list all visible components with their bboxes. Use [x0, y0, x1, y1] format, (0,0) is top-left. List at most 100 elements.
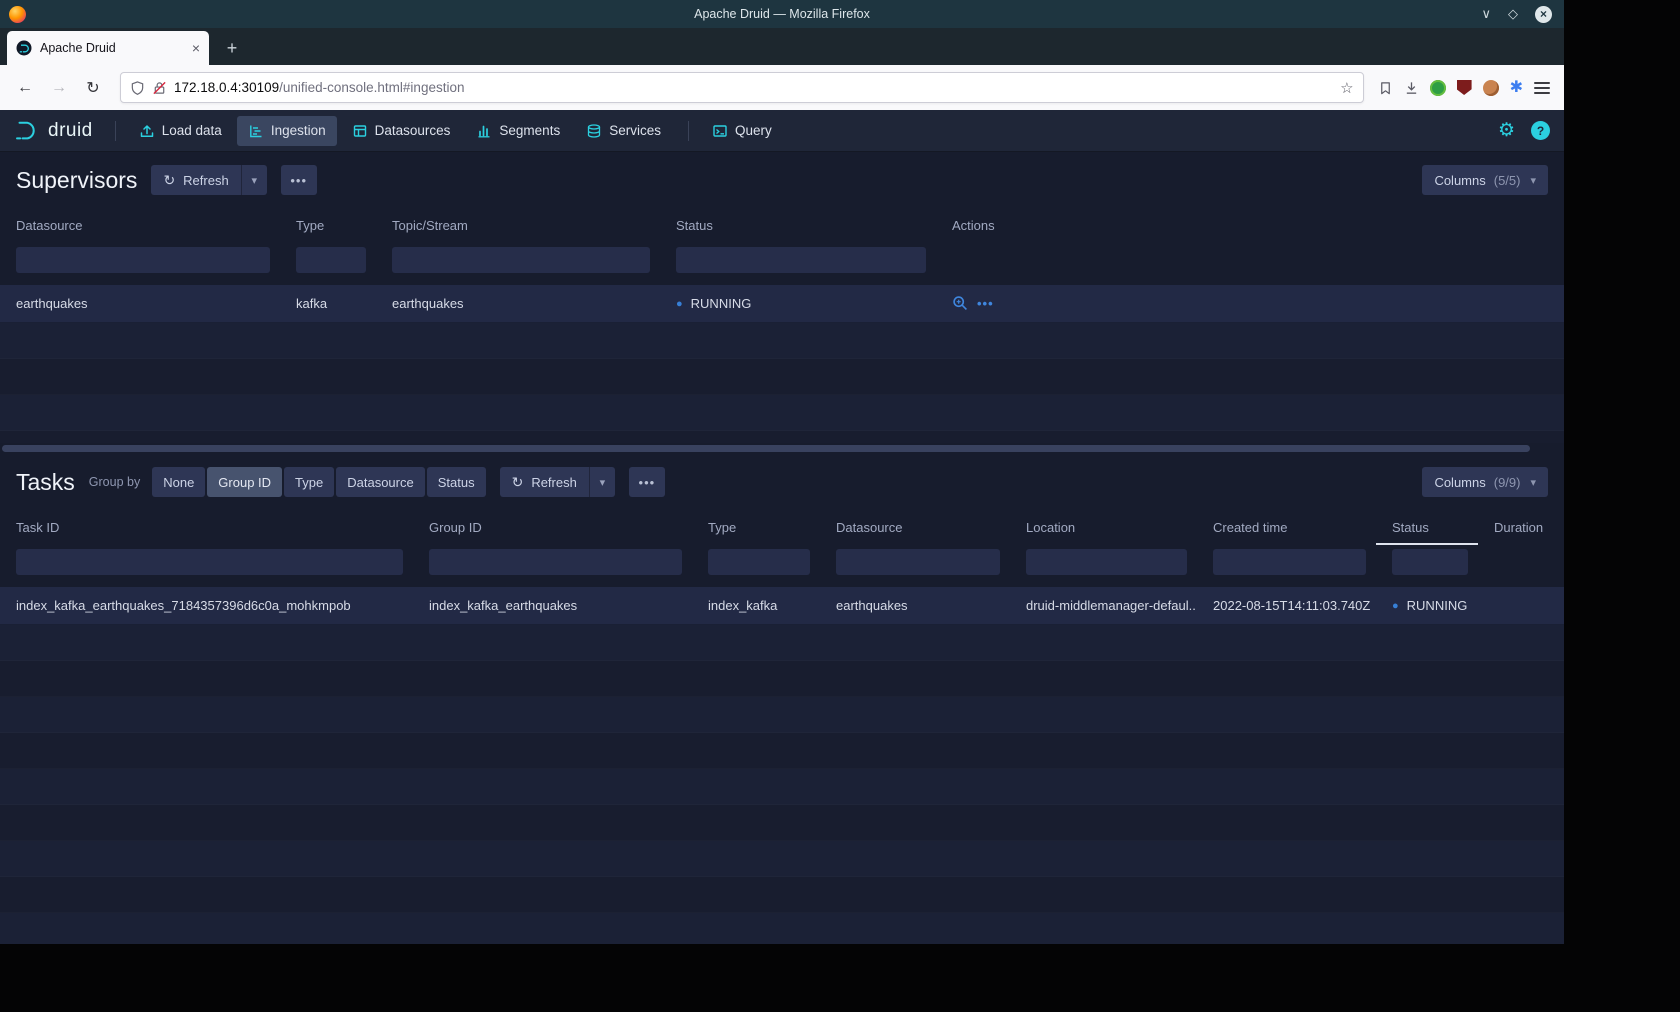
- browser-tab[interactable]: Apache Druid ×: [7, 31, 209, 65]
- tasks-more-button[interactable]: •••: [629, 467, 665, 497]
- columns-count: (5/5): [1494, 173, 1521, 188]
- tab-close-icon[interactable]: ×: [192, 40, 200, 56]
- task-row[interactable]: index_kafka_earthquakes_7184357396d6c0a_…: [0, 587, 1564, 625]
- filter-topic-stream-input[interactable]: [392, 247, 650, 273]
- bookmark-star-icon[interactable]: ☆: [1340, 79, 1353, 97]
- filter-created-time-input[interactable]: [1213, 549, 1366, 575]
- column-header-status-sorted[interactable]: Status: [1376, 509, 1478, 545]
- empty-row: [0, 359, 1564, 395]
- horizontal-scrollbar[interactable]: [2, 445, 1530, 452]
- magnify-detail-icon[interactable]: [952, 295, 969, 312]
- refresh-icon: ↻: [163, 172, 175, 189]
- nav-label: Datasources: [375, 123, 451, 138]
- nav-services[interactable]: Services: [575, 116, 672, 146]
- filter-status-input[interactable]: [1392, 549, 1468, 575]
- supervisor-row[interactable]: earthquakes kafka earthquakes ● RUNNING: [0, 285, 1564, 323]
- window-maximize-button[interactable]: ◇: [1508, 6, 1518, 22]
- nav-label: Services: [609, 123, 661, 138]
- nav-label: Load data: [162, 123, 222, 138]
- filter-task-id-input[interactable]: [16, 549, 403, 575]
- column-header-group-id[interactable]: Group ID: [413, 509, 692, 545]
- group-by-none-button[interactable]: None: [152, 467, 205, 497]
- supervisors-bar: Supervisors ↻ Refresh ▾ ••• Columns (5/5…: [0, 152, 1564, 207]
- segments-icon: [476, 123, 492, 139]
- tasks-bar: Tasks Group by None Group ID Type Dataso…: [0, 455, 1564, 509]
- cell-actions: •••: [936, 295, 1564, 312]
- nav-load-data[interactable]: Load data: [128, 116, 233, 146]
- url-text: 172.18.0.4:30109/unified-console.html#in…: [174, 80, 1333, 95]
- back-button[interactable]: ←: [10, 73, 40, 103]
- druid-logo-text: druid: [48, 120, 93, 142]
- group-by-type-button[interactable]: Type: [284, 467, 334, 497]
- filter-datasource-input[interactable]: [16, 247, 270, 273]
- new-tab-button[interactable]: +: [217, 33, 247, 63]
- column-header-topic-stream[interactable]: Topic/Stream: [376, 207, 660, 243]
- downloads-icon[interactable]: [1404, 80, 1419, 96]
- empty-row: [0, 661, 1564, 697]
- supervisors-more-button[interactable]: •••: [281, 165, 317, 195]
- cell-location: druid-middlemanager-defaul...: [1010, 598, 1197, 613]
- extension-avatar-icon[interactable]: [1483, 80, 1499, 96]
- url-host: 172.18.0.4:30109: [174, 80, 279, 95]
- tasks-refresh-group: ↻ Refresh ▾: [500, 467, 615, 497]
- tasks-table-header: Task ID Group ID Type Datasource Locatio…: [0, 509, 1564, 545]
- cell-topic-stream: earthquakes: [376, 296, 660, 311]
- druid-logo[interactable]: druid: [14, 120, 93, 142]
- load-data-icon: [139, 123, 155, 139]
- row-more-actions-icon[interactable]: •••: [977, 296, 994, 311]
- column-header-created-time[interactable]: Created time: [1197, 509, 1376, 545]
- nav-ingestion[interactable]: Ingestion: [237, 116, 337, 146]
- help-icon[interactable]: ?: [1531, 121, 1550, 140]
- column-header-duration[interactable]: Duration: [1478, 509, 1564, 545]
- url-bar[interactable]: 172.18.0.4:30109/unified-console.html#in…: [120, 72, 1364, 103]
- status-dot-icon: ●: [1392, 600, 1399, 612]
- column-header-location[interactable]: Location: [1010, 509, 1197, 545]
- reload-button[interactable]: ↻: [78, 73, 108, 103]
- extension-asterisk-icon[interactable]: ✱: [1510, 80, 1523, 96]
- filter-group-id-input[interactable]: [429, 549, 682, 575]
- column-header-type[interactable]: Type: [280, 207, 376, 243]
- status-label: RUNNING: [1407, 598, 1468, 613]
- tasks-refresh-button[interactable]: ↻ Refresh: [500, 467, 589, 497]
- extension-green-icon[interactable]: [1430, 80, 1446, 96]
- tasks-columns-button[interactable]: Columns (9/9) ▾: [1422, 467, 1548, 497]
- refresh-label: Refresh: [183, 173, 229, 188]
- column-header-datasource[interactable]: Datasource: [0, 207, 280, 243]
- group-by-group-id-button[interactable]: Group ID: [207, 467, 282, 497]
- window-close-button[interactable]: ×: [1535, 6, 1552, 23]
- group-by-status-button[interactable]: Status: [427, 467, 486, 497]
- window-title: Apache Druid — Mozilla Firefox: [0, 7, 1564, 21]
- druid-header: druid Load data Ingestion Datasources: [0, 110, 1564, 152]
- firefox-window: Apache Druid — Mozilla Firefox ∨ ◇ × Apa…: [0, 0, 1564, 944]
- supervisors-table-body: earthquakes kafka earthquakes ● RUNNING: [0, 285, 1564, 443]
- settings-gear-icon[interactable]: ⚙: [1498, 119, 1515, 142]
- forward-button[interactable]: →: [44, 73, 74, 103]
- window-minimize-button[interactable]: ∨: [1481, 6, 1491, 22]
- supervisors-refresh-caret-button[interactable]: ▾: [241, 165, 267, 195]
- column-header-task-id[interactable]: Task ID: [0, 509, 413, 545]
- firefox-logo-icon: [9, 6, 26, 23]
- supervisors-refresh-button[interactable]: ↻ Refresh: [151, 165, 240, 195]
- insecure-lock-icon[interactable]: [152, 80, 167, 96]
- browser-toolbar: ← → ↻ 172.18.0.4:30109/unified-console.h…: [0, 65, 1564, 110]
- nav-query[interactable]: Query: [701, 116, 783, 146]
- filter-status-input[interactable]: [676, 247, 926, 273]
- bookmarks-icon[interactable]: [1378, 80, 1393, 96]
- filter-datasource-input[interactable]: [836, 549, 1000, 575]
- nav-segments[interactable]: Segments: [465, 116, 571, 146]
- header-divider: [688, 121, 689, 141]
- supervisors-columns-button[interactable]: Columns (5/5) ▾: [1422, 165, 1548, 195]
- column-header-status[interactable]: Status: [660, 207, 936, 243]
- filter-location-input[interactable]: [1026, 549, 1187, 575]
- tracking-protection-shield-icon[interactable]: [130, 80, 145, 96]
- tasks-refresh-caret-button[interactable]: ▾: [589, 467, 615, 497]
- column-header-type[interactable]: Type: [692, 509, 820, 545]
- nav-datasources[interactable]: Datasources: [341, 116, 462, 146]
- menu-icon[interactable]: [1534, 82, 1550, 94]
- column-header-datasource[interactable]: Datasource: [820, 509, 1010, 545]
- group-by-segmented-control: None Group ID Type Datasource Status: [152, 467, 485, 497]
- filter-type-input[interactable]: [708, 549, 810, 575]
- ublock-extension-icon[interactable]: [1457, 80, 1472, 95]
- filter-type-input[interactable]: [296, 247, 366, 273]
- group-by-datasource-button[interactable]: Datasource: [336, 467, 424, 497]
